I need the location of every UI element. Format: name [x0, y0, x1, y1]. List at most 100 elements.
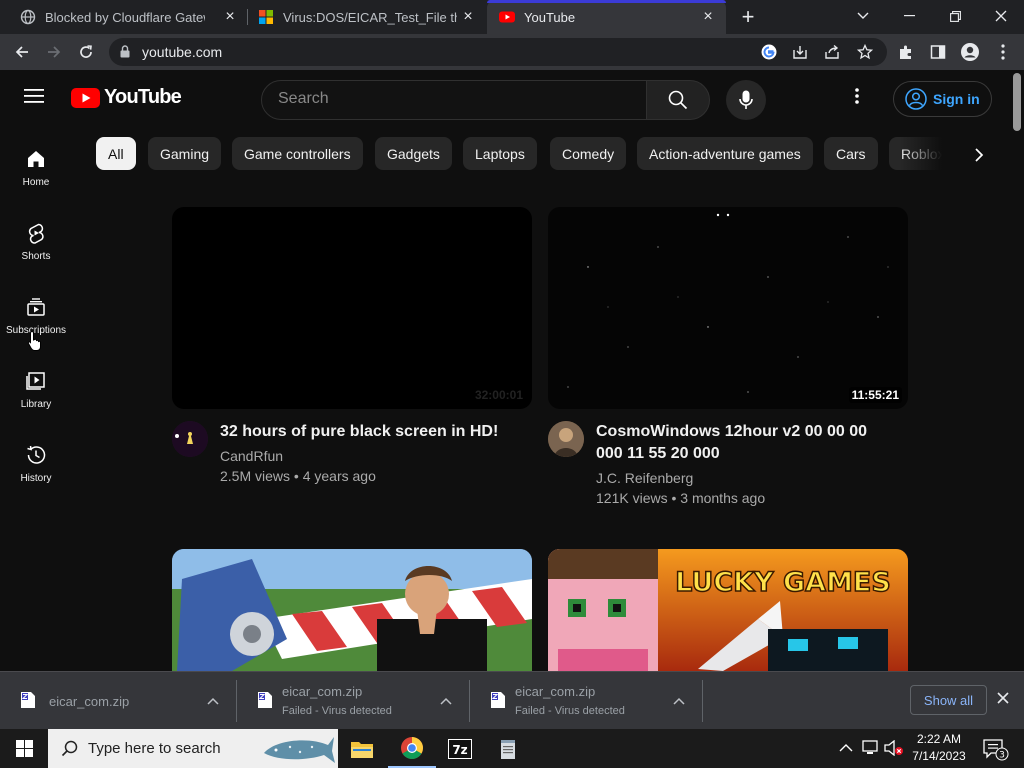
notepad-icon	[501, 739, 515, 759]
close-downloads-icon[interactable]	[997, 692, 1009, 704]
browser-tab-strip: Blocked by Cloudflare Gateway × Virus:DO…	[0, 0, 1024, 34]
avatar-jc-reifenberg[interactable]	[548, 421, 584, 457]
chevron-up-icon[interactable]	[439, 694, 453, 708]
download-status: Failed - Virus detected	[282, 705, 392, 717]
thumbnail-text: LUCKY GAMES	[675, 567, 891, 598]
reload-icon[interactable]	[74, 40, 98, 64]
chevron-right-icon[interactable]	[965, 142, 993, 168]
sidebar-item-home[interactable]: Home	[0, 138, 72, 208]
chrome-taskbar-button[interactable]	[388, 729, 436, 768]
download-item[interactable]: eicar_com.zip Failed - Virus detected	[237, 672, 470, 730]
chip-fade	[900, 137, 960, 171]
minimize-icon[interactable]	[886, 0, 932, 32]
chrome-menu-icon[interactable]	[991, 40, 1015, 64]
action-center-icon[interactable]: 3	[983, 739, 1009, 761]
window-close-icon[interactable]	[978, 0, 1024, 32]
restore-icon[interactable]	[932, 0, 978, 32]
chip-game-controllers[interactable]: Game controllers	[232, 137, 363, 170]
avatar-candrfun[interactable]	[172, 421, 208, 457]
chip-comedy[interactable]: Comedy	[550, 137, 627, 170]
volume-muted-icon[interactable]	[884, 740, 904, 756]
tab-microsoft-threat[interactable]: Virus:DOS/EICAR_Test_File threat ×	[248, 0, 486, 34]
video-title-line-2[interactable]: 000 11 55 20 000	[596, 443, 896, 465]
search-input[interactable]	[278, 90, 618, 108]
address-bar[interactable]: youtube.com	[109, 38, 887, 66]
zip-file-icon	[21, 692, 35, 708]
new-tab-plus-icon[interactable]: +	[737, 4, 759, 29]
chip-action-adventure-games[interactable]: Action-adventure games	[637, 137, 813, 170]
chip-cars[interactable]: Cars	[824, 137, 878, 170]
tab-title: Blocked by Cloudflare Gateway	[45, 9, 205, 25]
taskbar-search-box[interactable]: Type here to search	[48, 729, 338, 768]
video-thumbnail-black-screen[interactable]: 32:00:01	[172, 207, 532, 409]
zip-file-icon	[491, 692, 505, 708]
search-icon	[668, 90, 688, 110]
voice-search-button[interactable]	[726, 80, 766, 120]
share-icon[interactable]	[823, 43, 841, 61]
show-all-downloads-button[interactable]: Show all	[910, 685, 987, 715]
7zip-taskbar-button[interactable]: 7z	[436, 729, 484, 768]
download-item[interactable]: eicar_com.zip	[0, 672, 236, 730]
windows-taskbar: Type here to search 7z 2:22 AM 7/14/2023…	[0, 729, 1024, 768]
microphone-icon	[739, 90, 753, 109]
tab-close-icon[interactable]: ×	[222, 8, 238, 25]
network-icon[interactable]	[862, 740, 880, 756]
file-explorer-button[interactable]	[338, 729, 386, 768]
download-item[interactable]: eicar_com.zip Failed - Virus detected	[470, 672, 702, 730]
sign-in-button[interactable]: Sign in	[893, 81, 992, 117]
scrollbar-thumb[interactable]	[1013, 73, 1021, 131]
download-status: Failed - Virus detected	[515, 705, 625, 717]
globe-icon	[20, 9, 36, 25]
forward-arrow-icon[interactable]	[42, 40, 66, 64]
install-app-icon[interactable]	[791, 43, 809, 61]
hamburger-menu-icon[interactable]	[24, 88, 44, 104]
back-arrow-icon[interactable]	[10, 40, 34, 64]
tab-close-icon[interactable]: ×	[460, 8, 476, 25]
youtube-logo[interactable]: YouTube	[71, 86, 182, 109]
app-taskbar-button[interactable]	[484, 729, 532, 768]
chevron-up-icon[interactable]	[672, 694, 686, 708]
system-clock[interactable]: 2:22 AM 7/14/2023	[906, 731, 972, 765]
shorts-icon	[28, 223, 44, 244]
sidebar-item-history[interactable]: History	[0, 434, 72, 504]
channel-name[interactable]: J.C. Reifenberg	[596, 468, 693, 488]
chip-gadgets[interactable]: Gadgets	[375, 137, 452, 170]
video-title-line-1[interactable]: CosmoWindows 12hour v2 00 00 00	[596, 421, 896, 443]
bookmark-star-icon[interactable]	[856, 43, 874, 61]
extensions-puzzle-icon[interactable]	[894, 40, 918, 64]
video-thumbnail-lucky-games[interactable]: LUCKY GAMES	[548, 549, 908, 671]
tab-close-icon[interactable]: ×	[700, 8, 716, 25]
tab-cloudflare[interactable]: Blocked by Cloudflare Gateway ×	[8, 0, 248, 34]
downloads-bar: eicar_com.zip eicar_com.zip Failed - Vir…	[0, 671, 1024, 729]
video-thumbnail-cosmowindows[interactable]: 11:55:21	[548, 207, 908, 409]
chip-all[interactable]: All	[96, 137, 136, 170]
clock-date: 7/14/2023	[912, 749, 966, 763]
library-icon	[26, 372, 45, 390]
sidebar-item-label: Library	[20, 399, 52, 410]
7zip-icon: 7z	[448, 738, 472, 759]
video-views-age: 121K views • 3 months ago	[596, 490, 766, 506]
channel-name[interactable]: CandRfun	[220, 446, 283, 466]
settings-more-icon[interactable]	[855, 88, 859, 104]
video-title[interactable]: 32 hours of pure black screen in HD!	[220, 421, 530, 443]
video-duration: 11:55:21	[848, 387, 902, 403]
show-hidden-icons-chevron-icon[interactable]	[839, 743, 853, 753]
search-button[interactable]	[646, 80, 710, 120]
tab-search-chevron-icon[interactable]	[840, 0, 886, 32]
video-thumbnail-truck[interactable]	[172, 549, 532, 671]
sidebar-item-shorts[interactable]: Shorts	[0, 212, 72, 282]
download-filename: eicar_com.zip	[49, 694, 130, 709]
chip-gaming[interactable]: Gaming	[148, 137, 222, 170]
profile-icon[interactable]	[958, 40, 982, 64]
start-button[interactable]	[0, 729, 48, 768]
tab-youtube[interactable]: YouTube ×	[487, 0, 726, 34]
chevron-up-icon[interactable]	[206, 694, 220, 708]
side-panel-icon[interactable]	[926, 40, 950, 64]
page-scrollbar[interactable]	[1010, 70, 1024, 671]
chip-laptops[interactable]: Laptops	[463, 137, 537, 170]
sign-in-label: Sign in	[933, 91, 980, 107]
google-lens-icon[interactable]	[760, 43, 778, 61]
sidebar-item-library[interactable]: Library	[0, 360, 72, 430]
video-duration: 32:00:01	[474, 388, 523, 402]
download-divider	[702, 680, 703, 722]
